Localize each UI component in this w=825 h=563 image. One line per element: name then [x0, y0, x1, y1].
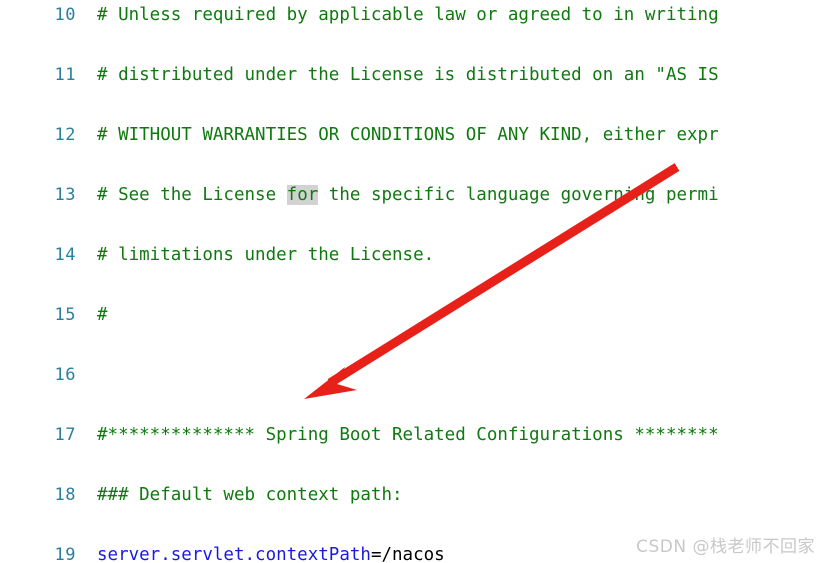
code-line[interactable]: 18 ### Default web context path:: [0, 480, 825, 510]
code-line[interactable]: 11 # distributed under the License is dis…: [0, 60, 825, 90]
line-number: 18: [54, 485, 76, 505]
code-line[interactable]: 15 #: [0, 300, 825, 330]
line-number: 14: [54, 245, 76, 265]
code-comment: #************** Spring Boot Related Conf…: [97, 425, 719, 445]
code-line[interactable]: 16: [0, 360, 825, 390]
code-line-content[interactable]: #: [97, 300, 108, 330]
code-comment: # limitations under the License.: [97, 245, 435, 265]
code-line-content[interactable]: # limitations under the License.: [97, 240, 434, 270]
code-comment: the specific language governing permi: [318, 185, 719, 205]
code-line[interactable]: 14 # limitations under the License.: [0, 240, 825, 270]
code-line[interactable]: 10 # Unless required by applicable law or…: [0, 0, 825, 30]
code-comment: # WITHOUT WARRANTIES OR CONDITIONS OF AN…: [97, 125, 719, 145]
code-line-content[interactable]: # WITHOUT WARRANTIES OR CONDITIONS OF AN…: [97, 120, 719, 150]
code-comment: #: [97, 305, 108, 325]
code-comment: # See the License: [97, 185, 287, 205]
code-line[interactable]: 17 #************** Spring Boot Related Co…: [0, 420, 825, 450]
line-number: 15: [54, 305, 76, 325]
code-comment: # distributed under the License is distr…: [97, 65, 719, 85]
code-comment: # Unless required by applicable law or a…: [97, 5, 719, 25]
csdn-watermark: CSDN @栈老师不回家: [636, 537, 815, 557]
search-match-highlight: for: [286, 185, 319, 205]
line-number: 12: [54, 125, 76, 145]
code-line[interactable]: 12 # WITHOUT WARRANTIES OR CONDITIONS OF …: [0, 120, 825, 150]
line-number: 13: [54, 185, 76, 205]
line-number: 16: [54, 365, 76, 385]
code-line-content[interactable]: ### Default web context path:: [97, 480, 403, 510]
code-line-content[interactable]: # Unless required by applicable law or a…: [97, 0, 719, 30]
line-number: 10: [54, 5, 76, 25]
code-line-content[interactable]: # See the License for the specific langu…: [97, 180, 719, 210]
property-value: =/nacos: [370, 545, 445, 563]
code-line-content[interactable]: server.servlet.contextPath=/nacos: [97, 540, 445, 563]
property-key: server.servlet.contextPath: [97, 545, 371, 563]
line-number: 17: [54, 425, 76, 445]
code-line-content[interactable]: #************** Spring Boot Related Conf…: [97, 420, 719, 450]
line-number: 11: [54, 65, 76, 85]
code-editor[interactable]: 10 # Unless required by applicable law or…: [0, 0, 825, 563]
line-number: 19: [54, 545, 76, 563]
code-line-content[interactable]: # distributed under the License is distr…: [97, 60, 719, 90]
code-comment: ### Default web context path:: [97, 485, 403, 505]
code-line[interactable]: 13 # See the License for the specific lan…: [0, 180, 825, 210]
screenshot-root: 10 # Unless required by applicable law or…: [0, 0, 825, 563]
